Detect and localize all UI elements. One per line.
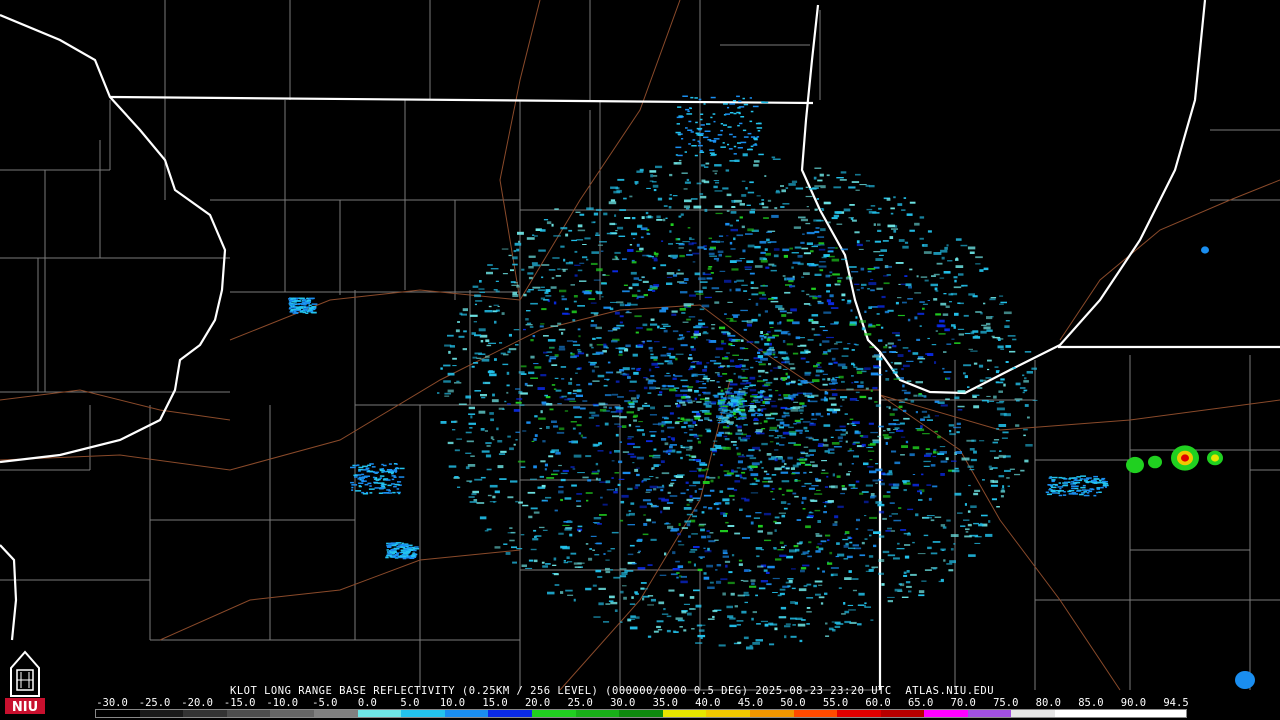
colorbar-segment: [226, 710, 271, 717]
colorbar-segment: [967, 710, 1012, 717]
scale-label: 25.0: [567, 697, 593, 709]
colorbar-segment: [924, 710, 968, 717]
colorbar-segment: [575, 710, 620, 717]
colorbar-segment: [1055, 710, 1099, 717]
reflectivity-echoes: [288, 95, 1109, 650]
scale-label: -30.0: [96, 697, 128, 709]
scale-label: 40.0: [695, 697, 721, 709]
colorbar-segment: [531, 710, 576, 717]
scale-label: 55.0: [822, 697, 849, 709]
scale-label: 45.0: [737, 697, 764, 709]
radar-map: [0, 0, 1280, 691]
colorbar-segment: [270, 710, 314, 717]
colorbar-segment: [357, 710, 402, 717]
scale-label: 0.0: [357, 697, 377, 709]
colorbar-segment: [488, 710, 532, 717]
colorbar-segment: [1142, 710, 1186, 717]
scale-label: -15.0: [223, 697, 256, 709]
scale-labels: -30.0 -25.0 -20.0 -15.0 -10.0 -5.0 0.0 5.0 10.0 1…: [0, 697, 1280, 709]
colorbar-segment: [444, 710, 489, 717]
colorbar-segment: [619, 710, 663, 717]
product-title: KLOT LONG RANGE BASE REFLECTIVITY (0.25K…: [230, 685, 995, 697]
colorbar-segment: [880, 710, 925, 717]
scale-label: 5.0: [400, 697, 420, 709]
logo-text: NIU: [12, 700, 38, 715]
colorbar-segment: [793, 710, 838, 717]
colorbar-segment: [1098, 710, 1143, 717]
colorbar-segment: [837, 710, 881, 717]
scale-label: 80.0: [1035, 697, 1061, 709]
scale-label: 70.0: [950, 697, 976, 709]
colorbar-segment: [706, 710, 750, 717]
colorbar-segment: [1011, 710, 1056, 717]
scale-label: 60.0: [865, 697, 891, 709]
scale-label: 85.0: [1078, 697, 1104, 709]
storm-cell-echoes: [1126, 246, 1255, 689]
scale-label: 10.0: [439, 697, 466, 709]
scale-label: -25.0: [138, 697, 171, 709]
scale-label: 90.0: [1120, 697, 1147, 709]
colorbar-segment: [139, 710, 184, 717]
scale-label: -10.0: [266, 697, 299, 709]
scale-label: 75.0: [993, 697, 1019, 709]
scale-label: -5.0: [312, 697, 338, 709]
university-tower-icon: NIU: [3, 646, 47, 716]
scale-label: 50.0: [780, 697, 806, 709]
reflectivity-colorbar: [95, 709, 1187, 718]
colorbar-segment: [662, 710, 707, 717]
scale-label: 65.0: [907, 697, 934, 709]
colorbar-segment: [183, 710, 227, 717]
colorbar-segment: [313, 710, 358, 717]
scale-label: 20.0: [524, 697, 551, 709]
scale-label: 15.0: [482, 697, 508, 709]
scale-label: -20.0: [181, 697, 213, 709]
colorbar-segment: [749, 710, 794, 717]
scale-label: 35.0: [652, 697, 678, 709]
scale-label: 94.5: [1163, 697, 1189, 709]
scale-label: 30.0: [610, 697, 636, 709]
colorbar-segment: [401, 710, 445, 717]
colorbar-segment: [96, 710, 140, 717]
